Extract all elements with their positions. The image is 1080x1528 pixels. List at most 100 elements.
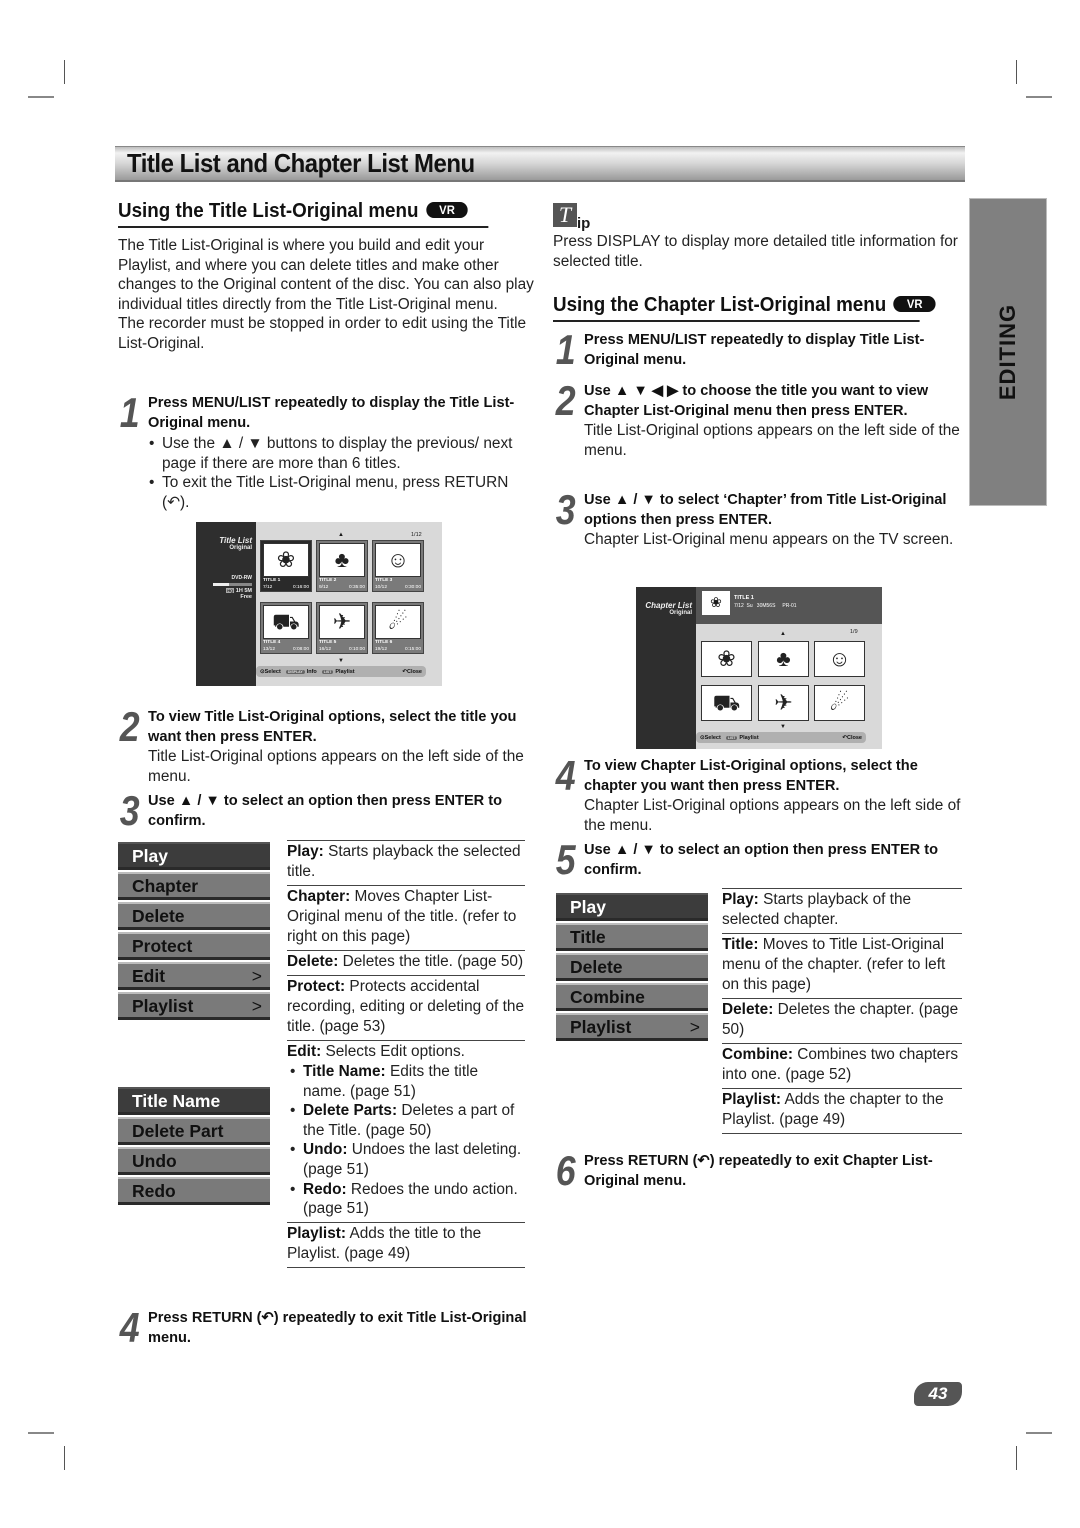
title-options-descriptions: Play: Starts playback the selected title…	[287, 840, 525, 1268]
down-arrow-icon[interactable]: ▼	[338, 658, 344, 664]
right-step-3: 3 Use ▲ / ▼ to select ‘Chapter’ from Tit…	[556, 489, 964, 550]
chevron-right-icon: >	[251, 966, 262, 986]
tree-chapter-thumbnail[interactable]: ♣	[758, 641, 809, 677]
osd-title: Chapter List	[645, 601, 692, 610]
thumb-title: TITLE 6	[375, 640, 393, 645]
up-arrow-icon[interactable]: ▲	[780, 631, 786, 637]
menu-item-label: Delete	[570, 957, 623, 977]
menu-item-delete[interactable]: Delete	[118, 902, 270, 930]
heading-text: Using the Title List-Original menu	[118, 200, 419, 222]
title-thumbnail[interactable]: ⛟ TITLE 4 13/12 0:08:00	[260, 602, 312, 654]
option-term: Play:	[287, 843, 324, 860]
close-hint: ↶Close	[842, 734, 862, 741]
thumb-date: 13/12	[263, 647, 276, 652]
menu-item-play[interactable]: Play	[556, 893, 708, 921]
left-step-2: 2 To view Title List-Original options, s…	[120, 706, 528, 786]
option-description: Play: Starts playback of the selected ch…	[722, 888, 962, 933]
playlist-hint: Playlist	[335, 668, 355, 675]
right-step-1: 1 Press MENU/LIST repeatedly to display …	[556, 329, 964, 371]
osd-title: Title List	[219, 536, 252, 545]
shuttle-thumb-icon: ✈	[319, 605, 365, 639]
diver-chapter-thumbnail[interactable]: ☄	[814, 685, 865, 721]
menu-item-delete[interactable]: Delete	[556, 953, 708, 981]
step-instruction: Press MENU/LIST repeatedly to display Ti…	[584, 332, 925, 368]
section-tab-label: EDITING	[995, 303, 1020, 401]
thumb-title: TITLE 3	[375, 578, 393, 583]
title-list-heading: Using the Title List-Original menu VR	[118, 200, 489, 228]
option-description: Playlist: Adds the chapter to the Playli…	[722, 1088, 962, 1134]
option-text: Selects Edit options.	[321, 1043, 465, 1060]
quality-badge: HQ	[226, 588, 235, 593]
menu-item-label: Title	[570, 927, 606, 947]
option-term: Title:	[722, 936, 759, 953]
menu-item-label: Combine	[570, 987, 645, 1007]
menu-item-playlist[interactable]: Playlist >	[556, 1013, 708, 1041]
option-term: Delete:	[287, 953, 339, 970]
edit-option-bullet: Undo: Undoes the last deleting. (page 51…	[287, 1140, 525, 1179]
menu-item-title[interactable]: Title	[556, 923, 708, 951]
option-term: Delete Parts:	[303, 1102, 398, 1120]
option-term: Chapter:	[287, 888, 351, 905]
chapter-list-heading: Using the Chapter List-Original menu VR	[553, 294, 936, 322]
thumb-date: 7/12	[263, 585, 273, 590]
osd-help-bar: ⊙Select DISPLAY Info LIST Playlist ↶Close	[256, 666, 426, 677]
menu-item-chapter[interactable]: Chapter	[118, 872, 270, 900]
option-text: Deletes the title. (page 50)	[338, 953, 524, 970]
title-thumbnail[interactable]: ✈ TITLE 5 16/12 0:10:00	[316, 602, 368, 654]
step-instruction: Press RETURN (↶) repeatedly to exit Chap…	[584, 1153, 933, 1189]
menu-item-label: Delete	[132, 906, 185, 926]
menu-item-label: Playlist	[570, 1017, 632, 1037]
step-number: 5	[555, 836, 576, 883]
option-term: Playlist:	[287, 1224, 347, 1242]
right-step-5: 5 Use ▲ / ▼ to select an option then pre…	[556, 839, 964, 881]
menu-item-combine[interactable]: Combine	[556, 983, 708, 1011]
info-line: 7/12 Su 30M56S PR-01	[734, 603, 797, 609]
step-number: 6	[555, 1147, 576, 1194]
crop-mark	[64, 1446, 65, 1470]
thumb-date: 16/12	[319, 647, 332, 652]
step-instruction: Press RETURN (↶) repeatedly to exit Titl…	[148, 1310, 527, 1346]
option-term: Combine:	[722, 1046, 793, 1063]
title-thumbnail[interactable]: ❀ TITLE 1 7/12 0:16:00	[260, 540, 312, 592]
step-number: 2	[555, 377, 576, 424]
title-thumbnail[interactable]: ☺ TITLE 3 10/12 0:30:00	[372, 540, 424, 592]
step-number: 1	[119, 389, 140, 436]
title-thumbnail[interactable]: ♣ TITLE 2 9/12 0:35:00	[316, 540, 368, 592]
menu-item-redo[interactable]: Redo	[118, 1177, 270, 1205]
thumb-title: TITLE 5	[319, 640, 337, 645]
menu-item-edit[interactable]: Edit >	[118, 962, 270, 990]
list-key-icon: LIST	[321, 669, 334, 674]
menu-item-title-name[interactable]: Title Name	[118, 1087, 270, 1115]
info-title: TITLE 1	[734, 595, 754, 601]
shuttle-chapter-thumbnail[interactable]: ✈	[758, 685, 809, 721]
menu-item-label: Play	[132, 846, 168, 866]
option-term: Protect:	[287, 978, 346, 995]
chevron-right-icon: >	[689, 1017, 700, 1037]
title-thumbnail[interactable]: ☄ TITLE 6 19/12 0:15:00	[372, 602, 424, 654]
down-arrow-icon[interactable]: ▼	[780, 724, 786, 730]
menu-item-label: Redo	[132, 1181, 176, 1201]
menu-item-delete-part[interactable]: Delete Part	[118, 1117, 270, 1145]
menu-item-protect[interactable]: Protect	[118, 932, 270, 960]
chapter-list-osd: Chapter List Original ❀ TITLE 1 7/12 Su …	[636, 587, 882, 749]
display-key-icon: DISPLAY	[285, 669, 305, 674]
figure-chapter-thumbnail[interactable]: ☺	[814, 641, 865, 677]
option-term: Playlist:	[722, 1091, 782, 1108]
osd-sidebar: Chapter List Original	[636, 587, 696, 749]
chapter-options-menu: Play Title Delete Combine Playlist >	[556, 893, 708, 1043]
step-instruction: To view Title List-Original options, sel…	[148, 709, 517, 745]
up-arrow-icon[interactable]: ▲	[338, 532, 344, 538]
menu-item-undo[interactable]: Undo	[118, 1147, 270, 1175]
thumb-title: TITLE 4	[263, 640, 281, 645]
option-term: Title Name:	[303, 1063, 386, 1080]
menu-item-play[interactable]: Play	[118, 842, 270, 870]
rose-chapter-thumbnail[interactable]: ❀	[701, 641, 752, 677]
menu-item-label: Chapter	[132, 876, 199, 896]
menu-item-playlist[interactable]: Playlist >	[118, 992, 270, 1020]
figure-thumb-icon: ☺	[375, 543, 421, 577]
step-number: 1	[555, 326, 576, 373]
car-chapter-thumbnail[interactable]: ⛟	[701, 685, 752, 721]
crop-mark	[28, 96, 54, 98]
step-bullet: Use the ▲ / ▼ buttons to display the pre…	[146, 434, 528, 473]
tip-label: ip	[577, 215, 591, 232]
